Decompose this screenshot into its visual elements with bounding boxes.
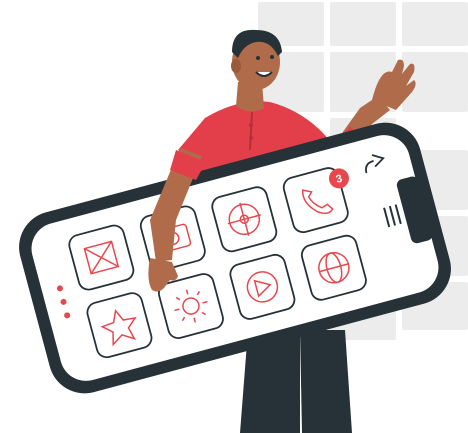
illustration: 3 bbox=[19, 2, 468, 433]
